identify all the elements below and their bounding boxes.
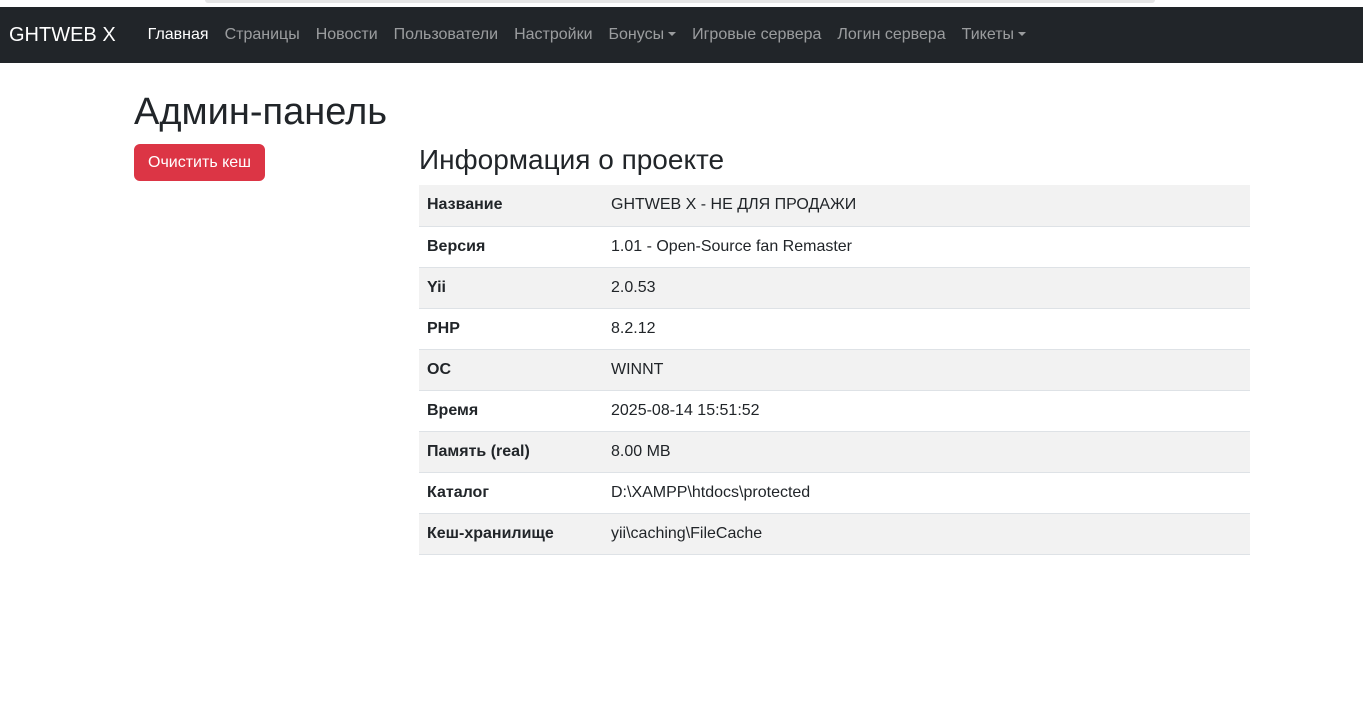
caret-down-icon — [668, 32, 677, 36]
caret-down-icon — [1018, 32, 1027, 36]
row-value: WINNT — [603, 349, 1250, 391]
nav-item-label: Тикеты — [961, 26, 1015, 43]
nav-item-home[interactable]: Главная — [140, 26, 217, 44]
nav-item-game-servers[interactable]: Игровые сервера — [684, 26, 829, 44]
row-value: 2.0.53 — [603, 267, 1250, 309]
clear-cache-button[interactable]: Очистить кеш — [134, 144, 266, 181]
row-key: PHP — [419, 308, 603, 350]
row-value: 8.2.12 — [603, 308, 1250, 350]
nav-item-pages[interactable]: Страницы — [217, 26, 308, 44]
table-row: Yii 2.0.53 — [419, 267, 1250, 309]
row-value: D:\XAMPP\htdocs\protected — [603, 472, 1250, 514]
nav-item-users[interactable]: Пользователи — [386, 26, 506, 44]
table-row: Название GHTWEB X - НЕ ДЛЯ ПРОДАЖИ — [419, 185, 1250, 227]
row-key: Кеш-хранилище — [419, 513, 603, 555]
page-title: Админ-панель — [134, 91, 388, 133]
row-value: 8.00 MB — [603, 431, 1250, 473]
nav-item-news[interactable]: Новости — [308, 26, 386, 44]
brand-link[interactable]: GHTWEB X — [9, 24, 116, 47]
nav-item-tickets-dropdown[interactable]: Тикеты — [954, 26, 1034, 44]
nav-item-label: Страницы — [224, 26, 300, 43]
row-value: 2025-08-14 15:51:52 — [603, 390, 1250, 432]
table-row: Время 2025-08-14 15:51:52 — [419, 390, 1250, 432]
table-row: Версия 1.01 - Open-Source fan Remaster — [419, 226, 1250, 268]
nav-item-label: Игровые сервера — [692, 26, 822, 43]
nav-item-bonuses-dropdown[interactable]: Бонусы — [601, 26, 685, 44]
row-value: 1.01 - Open-Source fan Remaster — [603, 226, 1250, 268]
row-value: GHTWEB X - НЕ ДЛЯ ПРОДАЖИ — [603, 185, 1250, 227]
table-row: Каталог D:\XAMPP\htdocs\protected — [419, 472, 1250, 514]
row-key: Название — [419, 185, 603, 227]
table-row: ОС WINNT — [419, 349, 1250, 391]
nav-item-label: Пользователи — [393, 26, 499, 43]
nav-item-label: Новости — [315, 26, 378, 43]
nav-item-settings[interactable]: Настройки — [506, 26, 600, 44]
nav-item-label: Настройки — [514, 26, 593, 43]
project-info-table: Название GHTWEB X - НЕ ДЛЯ ПРОДАЖИ Верси… — [419, 185, 1250, 555]
project-info-title: Информация о проекте — [419, 144, 725, 175]
row-key: Yii — [419, 267, 603, 309]
row-key: Версия — [419, 226, 603, 268]
nav-item-label: Бонусы — [608, 26, 665, 43]
row-key: Память (real) — [419, 431, 603, 473]
table-row: PHP 8.2.12 — [419, 308, 1250, 350]
table-row: Кеш-хранилище yii\caching\FileCache — [419, 513, 1250, 555]
browser-edge-shadow — [205, 0, 1155, 3]
row-key: Время — [419, 390, 603, 432]
table-row: Память (real) 8.00 MB — [419, 431, 1250, 473]
row-key: Каталог — [419, 472, 603, 514]
nav-item-login-servers[interactable]: Логин сервера — [829, 26, 953, 44]
nav-menu: Главная Страницы Новости Пользователи На… — [140, 26, 1034, 44]
row-value: yii\caching\FileCache — [603, 513, 1250, 555]
browser-top-edge — [0, 0, 1363, 7]
nav-item-label: Главная — [147, 26, 209, 43]
nav-item-label: Логин сервера — [837, 26, 946, 43]
row-key: ОС — [419, 349, 603, 391]
navbar: GHTWEB X Главная Страницы Новости Пользо… — [0, 7, 1363, 63]
